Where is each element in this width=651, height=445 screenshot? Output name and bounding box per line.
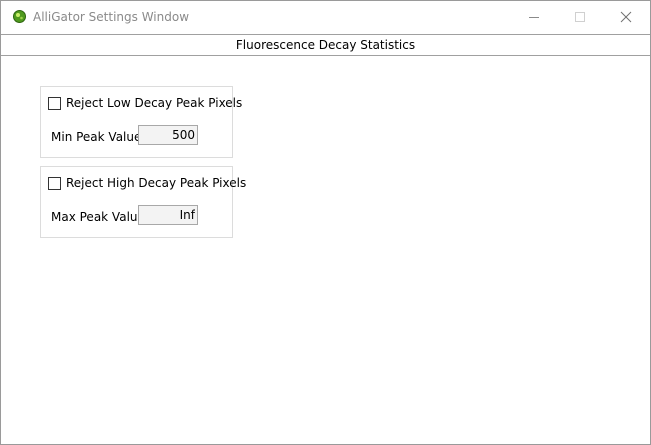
minimize-button[interactable]: [511, 1, 557, 33]
maximize-icon: [575, 12, 585, 22]
maximize-button[interactable]: [557, 1, 603, 33]
minimize-icon: [529, 17, 539, 18]
close-button[interactable]: [603, 1, 649, 33]
alligator-app-icon: [13, 10, 26, 23]
max-peak-value-label: Max Peak Value: [51, 210, 145, 224]
close-icon: [620, 11, 632, 23]
min-peak-value-input[interactable]: [138, 125, 198, 145]
max-peak-value-input[interactable]: [138, 205, 198, 225]
title-bar[interactable]: AlliGator Settings Window: [1, 1, 650, 33]
high-decay-peak-group: Reject High Decay Peak Pixels Max Peak V…: [40, 166, 246, 238]
settings-window: AlliGator Settings Window Fluorescence D…: [0, 0, 651, 445]
reject-low-checkbox-label[interactable]: Reject Low Decay Peak Pixels: [66, 96, 242, 110]
tab-bar: Fluorescence Decay Statistics: [1, 34, 650, 56]
min-peak-value-label: Min Peak Value: [51, 130, 142, 144]
low-decay-peak-group: Reject Low Decay Peak Pixels Min Peak Va…: [40, 86, 242, 158]
window-title: AlliGator Settings Window: [33, 10, 190, 24]
reject-high-checkbox[interactable]: [48, 177, 61, 190]
tab-fluorescence-decay-statistics[interactable]: Fluorescence Decay Statistics: [1, 38, 650, 52]
reject-high-checkbox-label[interactable]: Reject High Decay Peak Pixels: [66, 176, 246, 190]
reject-low-checkbox[interactable]: [48, 97, 61, 110]
